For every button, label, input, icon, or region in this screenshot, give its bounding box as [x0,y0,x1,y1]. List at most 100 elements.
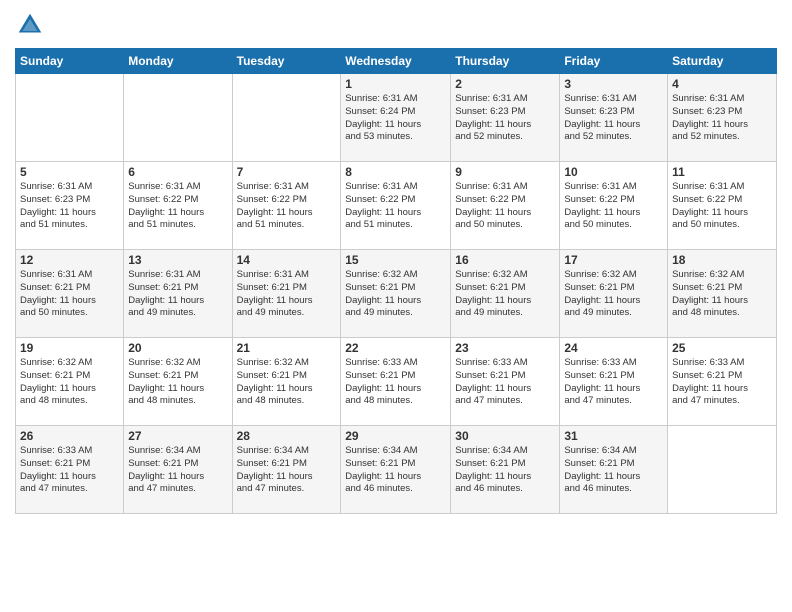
day-number: 24 [564,341,663,355]
calendar-week: 26 Sunrise: 6:33 AM Sunset: 6:21 PM Dayli… [16,426,777,514]
day-number: 17 [564,253,663,267]
calendar-cell [124,74,232,162]
day-info: Sunrise: 6:33 AM Sunset: 6:21 PM Dayligh… [455,357,555,408]
day-number: 3 [564,77,663,91]
calendar-cell [668,426,777,514]
calendar-cell: 31 Sunrise: 6:34 AM Sunset: 6:21 PM Dayli… [560,426,668,514]
calendar-cell: 2 Sunrise: 6:31 AM Sunset: 6:23 PM Daylig… [451,74,560,162]
day-number: 10 [564,165,663,179]
day-info: Sunrise: 6:31 AM Sunset: 6:21 PM Dayligh… [20,269,119,320]
day-info: Sunrise: 6:33 AM Sunset: 6:21 PM Dayligh… [672,357,772,408]
day-number: 22 [345,341,446,355]
day-number: 2 [455,77,555,91]
day-number: 6 [128,165,227,179]
day-number: 30 [455,429,555,443]
calendar-cell: 10 Sunrise: 6:31 AM Sunset: 6:22 PM Dayli… [560,162,668,250]
calendar-cell: 7 Sunrise: 6:31 AM Sunset: 6:22 PM Daylig… [232,162,341,250]
calendar-cell: 17Sunrise: 6:32 AM Sunset: 6:21 PM Dayli… [560,250,668,338]
calendar-cell: 26 Sunrise: 6:33 AM Sunset: 6:21 PM Dayli… [16,426,124,514]
header [15,10,777,40]
day-number: 5 [20,165,119,179]
calendar-cell: 25 Sunrise: 6:33 AM Sunset: 6:21 PM Dayli… [668,338,777,426]
calendar-cell: 6 Sunrise: 6:31 AM Sunset: 6:22 PM Daylig… [124,162,232,250]
day-info: Sunrise: 6:34 AM Sunset: 6:21 PM Dayligh… [564,445,663,496]
logo [15,10,49,40]
day-number: 19 [20,341,119,355]
day-info: Sunrise: 6:31 AM Sunset: 6:21 PM Dayligh… [128,269,227,320]
calendar-week: 1 Sunrise: 6:31 AM Sunset: 6:24 PM Daylig… [16,74,777,162]
day-info: Sunrise: 6:31 AM Sunset: 6:23 PM Dayligh… [564,93,663,144]
day-number: 16 [455,253,555,267]
day-number: 15 [345,253,446,267]
calendar-cell: 1 Sunrise: 6:31 AM Sunset: 6:24 PM Daylig… [341,74,451,162]
calendar-cell: 12Sunrise: 6:31 AM Sunset: 6:21 PM Dayli… [16,250,124,338]
calendar-cell: 24Sunrise: 6:33 AM Sunset: 6:21 PM Dayli… [560,338,668,426]
day-info: Sunrise: 6:31 AM Sunset: 6:21 PM Dayligh… [237,269,337,320]
header-day: Thursday [451,49,560,74]
day-number: 31 [564,429,663,443]
day-info: Sunrise: 6:33 AM Sunset: 6:21 PM Dayligh… [20,445,119,496]
calendar-cell: 27Sunrise: 6:34 AM Sunset: 6:21 PM Dayli… [124,426,232,514]
calendar-body: 1 Sunrise: 6:31 AM Sunset: 6:24 PM Daylig… [16,74,777,514]
day-info: Sunrise: 6:31 AM Sunset: 6:22 PM Dayligh… [564,181,663,232]
day-number: 4 [672,77,772,91]
calendar-cell: 29 Sunrise: 6:34 AM Sunset: 6:21 PM Dayli… [341,426,451,514]
day-info: Sunrise: 6:34 AM Sunset: 6:21 PM Dayligh… [237,445,337,496]
day-number: 29 [345,429,446,443]
day-info: Sunrise: 6:32 AM Sunset: 6:21 PM Dayligh… [20,357,119,408]
day-number: 7 [237,165,337,179]
header-day: Monday [124,49,232,74]
calendar-header: SundayMondayTuesdayWednesdayThursdayFrid… [16,49,777,74]
day-number: 25 [672,341,772,355]
day-number: 9 [455,165,555,179]
header-day: Saturday [668,49,777,74]
day-info: Sunrise: 6:31 AM Sunset: 6:23 PM Dayligh… [20,181,119,232]
calendar-week: 19 Sunrise: 6:32 AM Sunset: 6:21 PM Dayli… [16,338,777,426]
calendar-cell: 30Sunrise: 6:34 AM Sunset: 6:21 PM Dayli… [451,426,560,514]
day-number: 11 [672,165,772,179]
day-info: Sunrise: 6:34 AM Sunset: 6:21 PM Dayligh… [128,445,227,496]
day-number: 28 [237,429,337,443]
day-number: 20 [128,341,227,355]
calendar-cell: 21 Sunrise: 6:32 AM Sunset: 6:21 PM Dayli… [232,338,341,426]
day-number: 18 [672,253,772,267]
day-number: 23 [455,341,555,355]
calendar-week: 12Sunrise: 6:31 AM Sunset: 6:21 PM Dayli… [16,250,777,338]
day-info: Sunrise: 6:31 AM Sunset: 6:22 PM Dayligh… [128,181,227,232]
calendar-cell: 20 Sunrise: 6:32 AM Sunset: 6:21 PM Dayli… [124,338,232,426]
day-number: 13 [128,253,227,267]
day-info: Sunrise: 6:31 AM Sunset: 6:22 PM Dayligh… [237,181,337,232]
day-info: Sunrise: 6:31 AM Sunset: 6:22 PM Dayligh… [672,181,772,232]
day-info: Sunrise: 6:34 AM Sunset: 6:21 PM Dayligh… [345,445,446,496]
header-day: Sunday [16,49,124,74]
day-info: Sunrise: 6:31 AM Sunset: 6:23 PM Dayligh… [672,93,772,144]
logo-icon [15,10,45,40]
day-number: 14 [237,253,337,267]
day-info: Sunrise: 6:31 AM Sunset: 6:23 PM Dayligh… [455,93,555,144]
calendar-cell: 15Sunrise: 6:32 AM Sunset: 6:21 PM Dayli… [341,250,451,338]
calendar-cell: 8 Sunrise: 6:31 AM Sunset: 6:22 PM Daylig… [341,162,451,250]
calendar-cell: 13 Sunrise: 6:31 AM Sunset: 6:21 PM Dayli… [124,250,232,338]
calendar-cell: 19 Sunrise: 6:32 AM Sunset: 6:21 PM Dayli… [16,338,124,426]
day-number: 1 [345,77,446,91]
page-container: SundayMondayTuesdayWednesdayThursdayFrid… [0,0,792,524]
day-info: Sunrise: 6:32 AM Sunset: 6:21 PM Dayligh… [128,357,227,408]
calendar-cell: 9 Sunrise: 6:31 AM Sunset: 6:22 PM Daylig… [451,162,560,250]
calendar-cell: 5 Sunrise: 6:31 AM Sunset: 6:23 PM Daylig… [16,162,124,250]
calendar: SundayMondayTuesdayWednesdayThursdayFrid… [15,48,777,514]
calendar-cell: 11 Sunrise: 6:31 AM Sunset: 6:22 PM Dayli… [668,162,777,250]
calendar-cell: 3 Sunrise: 6:31 AM Sunset: 6:23 PM Daylig… [560,74,668,162]
header-row: SundayMondayTuesdayWednesdayThursdayFrid… [16,49,777,74]
day-info: Sunrise: 6:33 AM Sunset: 6:21 PM Dayligh… [345,357,446,408]
calendar-cell: 14 Sunrise: 6:31 AM Sunset: 6:21 PM Dayli… [232,250,341,338]
day-info: Sunrise: 6:31 AM Sunset: 6:22 PM Dayligh… [345,181,446,232]
day-number: 26 [20,429,119,443]
day-number: 8 [345,165,446,179]
day-number: 21 [237,341,337,355]
day-info: Sunrise: 6:31 AM Sunset: 6:24 PM Dayligh… [345,93,446,144]
calendar-week: 5 Sunrise: 6:31 AM Sunset: 6:23 PM Daylig… [16,162,777,250]
header-day: Friday [560,49,668,74]
day-info: Sunrise: 6:31 AM Sunset: 6:22 PM Dayligh… [455,181,555,232]
day-info: Sunrise: 6:32 AM Sunset: 6:21 PM Dayligh… [237,357,337,408]
calendar-cell: 28 Sunrise: 6:34 AM Sunset: 6:21 PM Dayli… [232,426,341,514]
